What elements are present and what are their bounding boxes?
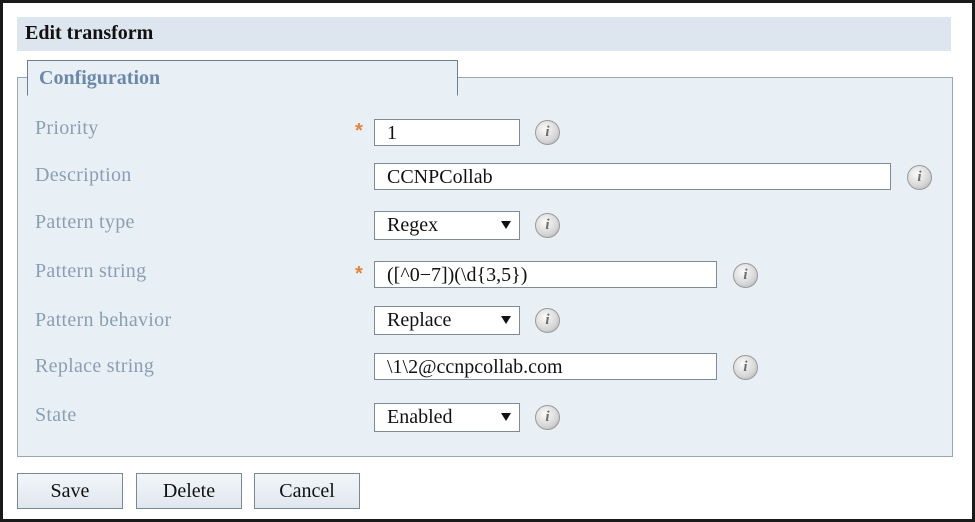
chevron-down-icon bbox=[501, 413, 511, 421]
description-info-icon[interactable]: i bbox=[907, 165, 932, 190]
edit-transform-window: Edit transform Configuration Priority * … bbox=[0, 0, 975, 522]
pattern-behavior-value: Replace bbox=[387, 309, 452, 331]
priority-info-icon[interactable]: i bbox=[535, 120, 560, 145]
configuration-legend: Configuration bbox=[27, 60, 458, 96]
delete-button[interactable]: Delete bbox=[136, 473, 242, 509]
state-label: State bbox=[35, 404, 77, 426]
pattern-type-info-icon[interactable]: i bbox=[535, 213, 560, 238]
save-button[interactable]: Save bbox=[17, 473, 123, 509]
pattern-string-label: Pattern string bbox=[35, 260, 147, 282]
pattern-type-label: Pattern type bbox=[35, 211, 135, 233]
replace-string-info-icon[interactable]: i bbox=[733, 355, 758, 380]
state-select[interactable]: Enabled bbox=[374, 403, 520, 432]
cancel-button[interactable]: Cancel bbox=[254, 473, 360, 509]
chevron-down-icon bbox=[501, 316, 511, 324]
page-title: Edit transform bbox=[17, 17, 951, 51]
replace-string-input[interactable]: \1\2@ccnpcollab.com bbox=[374, 353, 717, 380]
replace-string-label: Replace string bbox=[35, 355, 155, 377]
state-value: Enabled bbox=[387, 406, 453, 428]
description-input[interactable]: CCNPCollab bbox=[374, 163, 891, 190]
priority-label: Priority bbox=[35, 117, 99, 139]
pattern-type-select[interactable]: Regex bbox=[374, 211, 520, 240]
pattern-string-input[interactable]: ([^0−7])(\d{3,5}) bbox=[374, 261, 717, 288]
pattern-behavior-info-icon[interactable]: i bbox=[535, 308, 560, 333]
pattern-string-required-icon: * bbox=[355, 263, 363, 285]
pattern-string-info-icon[interactable]: i bbox=[733, 263, 758, 288]
state-info-icon[interactable]: i bbox=[535, 405, 560, 430]
chevron-down-icon bbox=[501, 221, 511, 229]
priority-input[interactable]: 1 bbox=[374, 119, 520, 146]
priority-required-icon: * bbox=[355, 120, 363, 142]
pattern-type-value: Regex bbox=[387, 214, 439, 236]
description-label: Description bbox=[35, 164, 132, 186]
pattern-behavior-label: Pattern behavior bbox=[35, 309, 172, 331]
pattern-behavior-select[interactable]: Replace bbox=[374, 306, 520, 335]
